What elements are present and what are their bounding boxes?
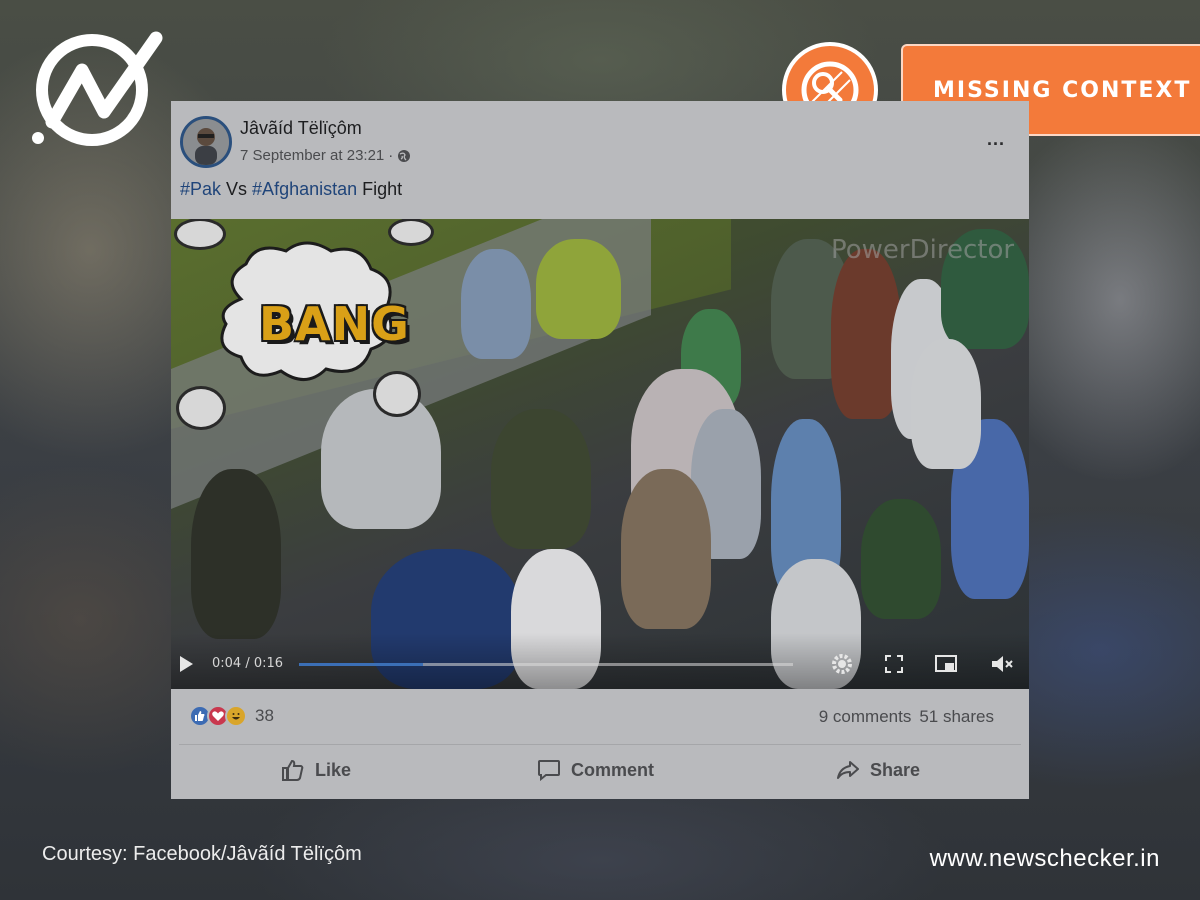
post-meta: 7 September at 23:21 ·	[240, 147, 411, 164]
shares-count[interactable]: 51 shares	[919, 707, 994, 727]
like-label: Like	[315, 759, 352, 780]
mute-icon[interactable]	[989, 651, 1015, 677]
comment-icon	[538, 760, 560, 781]
haha-icon	[225, 705, 247, 727]
video-crowd	[911, 339, 981, 469]
thumbs-up-icon	[282, 759, 304, 781]
comment-label: Comment	[571, 759, 655, 780]
reactions-summary[interactable]: 38	[189, 705, 274, 727]
expand-icon[interactable]	[881, 651, 907, 677]
hashtag-pak[interactable]: #Pak	[180, 179, 221, 199]
newschecker-logo	[32, 31, 163, 146]
facebook-post-card: Jâvãíd Tëlïçôm 7 September at 23:21 · ..…	[171, 101, 1029, 799]
video-watermark: PowerDirector	[831, 235, 1015, 265]
video-progress-bar[interactable]	[299, 663, 793, 666]
site-url[interactable]: www.newschecker.in	[930, 845, 1160, 873]
engagement-counts: 9 comments 51 shares	[819, 707, 994, 727]
video-crowd	[191, 469, 281, 639]
post-header: Jâvãíd Tëlïçôm 7 September at 23:21 · ..…	[171, 101, 1029, 219]
video-crowd	[461, 249, 531, 359]
like-button[interactable]: Like	[281, 759, 351, 781]
post-timestamp[interactable]: 7 September at 23:21	[240, 147, 384, 164]
bang-overlay: BANG	[211, 239, 409, 389]
post-actions: Like Comment Share	[171, 745, 1029, 799]
post-author[interactable]: Jâvãíd Tëlïçôm	[240, 118, 362, 139]
video-crowd	[621, 469, 711, 629]
video-progress-fill	[299, 663, 423, 666]
share-label: Share	[870, 759, 921, 780]
post-stats: 38 9 comments 51 shares	[179, 689, 1021, 745]
more-options-button[interactable]: ...	[987, 129, 1005, 150]
comment-button[interactable]: Comment	[537, 759, 654, 781]
video-crowd	[536, 239, 621, 339]
globe-icon	[398, 149, 411, 162]
play-icon[interactable]	[177, 655, 195, 673]
bang-text: BANG	[259, 297, 410, 351]
courtesy-credit: Courtesy: Facebook/Jâvãíd Tëlïçôm	[42, 843, 362, 865]
reaction-count: 38	[255, 706, 274, 725]
comic-cloud	[179, 389, 223, 427]
picture-in-picture-icon[interactable]	[933, 651, 959, 677]
post-text: #Pak Vs #Afghanistan Fight	[180, 179, 402, 200]
video-controls: 0:04 / 0:16	[171, 633, 1029, 689]
video-crowd	[491, 409, 591, 549]
post-text-tail: Fight	[357, 179, 403, 199]
share-icon	[837, 761, 859, 779]
video-time: 0:04 / 0:16	[212, 656, 284, 671]
post-text-mid: Vs	[221, 179, 253, 199]
avatar[interactable]	[180, 116, 232, 168]
video-crowd	[321, 389, 441, 529]
hashtag-afghanistan[interactable]: #Afghanistan	[252, 179, 357, 199]
comments-count[interactable]: 9 comments	[819, 707, 912, 727]
video-crowd	[861, 499, 941, 619]
settings-icon[interactable]	[829, 651, 855, 677]
share-button[interactable]: Share	[836, 759, 920, 781]
video-player[interactable]: BANG PowerDirector 0:04 / 0:16	[171, 219, 1029, 689]
